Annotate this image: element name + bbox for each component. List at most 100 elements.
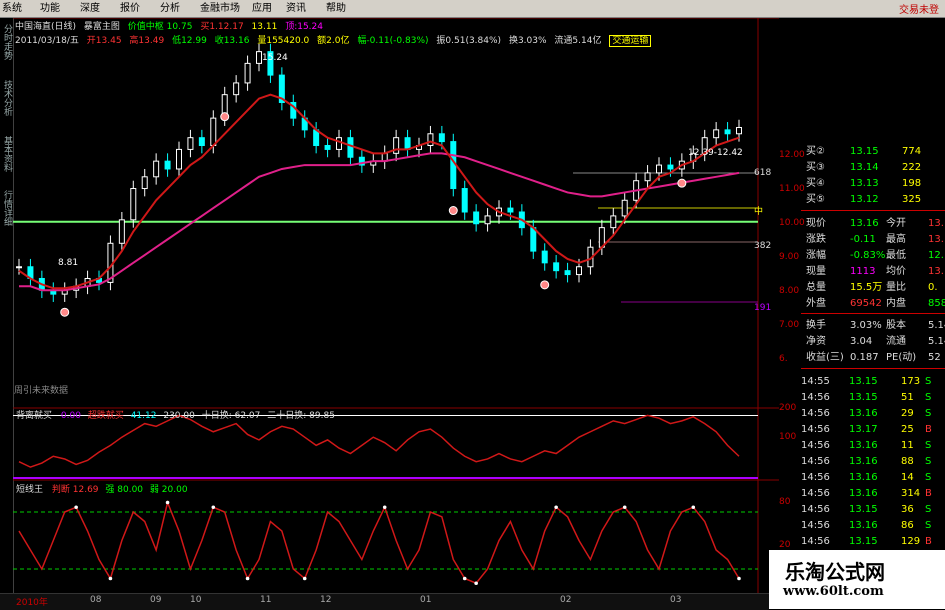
stat-key: 均价 <box>886 266 906 277</box>
bid-volume: 325 <box>902 194 922 205</box>
ind2-marker <box>165 500 170 505</box>
stat-row: 总量 15.5万 量比 0. <box>806 280 938 295</box>
bid-price: 13.15 <box>850 146 879 157</box>
ind2-marker <box>474 581 478 586</box>
quote-panel: 买② 13.15 774 买③ 13.14 222 买④ 13.13 198 买… <box>779 140 945 580</box>
bid-row-3[interactable]: 买③ 13.14 222 <box>806 160 921 175</box>
candle-body <box>404 137 411 150</box>
stat-value: 69542 <box>850 298 882 309</box>
tick-price: 13.16 <box>849 488 878 499</box>
candle <box>301 110 308 138</box>
candle-body <box>438 133 445 143</box>
watermark-url: www.60lt.com <box>783 584 884 599</box>
menu-system[interactable]: 系统 <box>2 1 22 16</box>
candle <box>564 262 571 283</box>
stat-key: 现量 <box>806 266 826 277</box>
candle-body <box>656 164 662 174</box>
stat-key: 外盘 <box>806 298 826 309</box>
menu-function[interactable]: 功能 <box>40 1 60 16</box>
buy-signal-dot <box>540 280 550 290</box>
stat-key: 流通 <box>886 336 906 347</box>
menu-quote[interactable]: 报价 <box>120 1 140 16</box>
candle-body <box>541 250 548 264</box>
candle <box>473 204 480 232</box>
tick-volume: 51 <box>901 392 914 403</box>
candle <box>244 55 251 91</box>
trade-login-status[interactable]: 交易未登 <box>899 1 939 16</box>
menu-finance-market[interactable]: 金融市场 <box>200 1 240 16</box>
candle-body <box>576 266 582 276</box>
tick-price: 13.17 <box>849 424 878 435</box>
candle-body <box>724 129 731 135</box>
candle-body <box>644 172 651 182</box>
tick-side: S <box>925 520 932 531</box>
tick-time: 14:56 <box>801 504 830 515</box>
bid-volume: 774 <box>902 146 922 157</box>
ind1-name[interactable]: 背离就买 <box>16 411 52 421</box>
candle <box>724 122 731 142</box>
panel-divider <box>801 313 945 314</box>
buy-signal-dot <box>60 307 70 317</box>
tick-volume: 14 <box>901 472 914 483</box>
menu-apps[interactable]: 应用 <box>252 1 272 16</box>
tick-volume: 29 <box>901 408 914 419</box>
menu-analysis[interactable]: 分析 <box>160 1 180 16</box>
stat-value: 15.5万 <box>850 282 883 293</box>
bid-row-2[interactable]: 买② 13.15 774 <box>806 144 921 159</box>
axis-tick: 12 <box>320 595 332 605</box>
tick-side: S <box>925 472 932 483</box>
stat-row: 现量 1113 均价 13. <box>806 264 944 279</box>
fib-382: 382 <box>754 241 772 251</box>
ind2-name[interactable]: 短线王 <box>16 485 43 495</box>
tab-fundamentals[interactable]: 基本资料 <box>1 136 12 172</box>
tick-side: S <box>925 392 932 403</box>
menu-depth[interactable]: 深度 <box>80 1 100 16</box>
ind2-marker <box>108 576 113 581</box>
stat-value: 5.14 <box>928 320 945 331</box>
candle-body <box>176 148 182 170</box>
candle-body <box>256 51 262 64</box>
candle-body <box>141 176 148 190</box>
ind2-v3: 弱 20.00 <box>149 485 188 495</box>
fib-mid: 中 <box>754 207 764 217</box>
candle <box>61 282 68 302</box>
watermark-title: 乐淘公式网 <box>785 560 885 584</box>
tab-technical[interactable]: 技术分析 <box>1 80 12 116</box>
stat-key: 内盘 <box>886 298 906 309</box>
ind2-marker <box>302 576 307 581</box>
ind2-v2: 强 80.00 <box>105 485 144 495</box>
stat-key: 最低 <box>886 250 906 261</box>
menu-news[interactable]: 资讯 <box>286 1 306 16</box>
candle-body <box>164 160 171 170</box>
menu-help[interactable]: 帮助 <box>326 1 346 16</box>
bid-row-4[interactable]: 买④ 13.13 198 <box>806 176 921 191</box>
stat-row: 涨幅 -0.83% 最低 12. <box>806 248 944 263</box>
tick-side: B <box>925 536 932 547</box>
ind2-marker <box>211 505 216 510</box>
tab-intraday[interactable]: 分时走势 <box>1 24 12 60</box>
candle <box>541 243 548 271</box>
range-label: 12.39-12.42 <box>688 148 743 158</box>
tab-detail[interactable]: 行情详细 <box>1 190 12 226</box>
tick-volume: 11 <box>901 440 914 451</box>
stat-key: 收益(三) <box>806 352 844 363</box>
ind1-series <box>18 414 740 468</box>
candle <box>27 258 34 287</box>
candle <box>267 43 274 83</box>
stat-value: 858 <box>928 298 945 309</box>
stat-value: 3.03% <box>850 320 882 331</box>
stat-row: 净资 3.04 流通 5.14 <box>806 334 945 349</box>
ind2-marker <box>74 505 78 510</box>
tick-time: 14:56 <box>801 392 830 403</box>
ind2-marker <box>245 576 250 581</box>
candle-body <box>244 62 251 84</box>
candle <box>461 180 468 220</box>
left-tab-strip: 分时走势 技术分析 基本资料 行情详细 <box>0 18 14 593</box>
chart-area[interactable] <box>13 18 779 593</box>
bid-row-5[interactable]: 买⑤ 13.12 325 <box>806 192 921 207</box>
candle-body <box>347 137 354 158</box>
ind2-marker <box>462 576 467 581</box>
tick-time: 14:56 <box>801 440 830 451</box>
candle-body <box>427 133 434 147</box>
stat-key: 净资 <box>806 336 826 347</box>
